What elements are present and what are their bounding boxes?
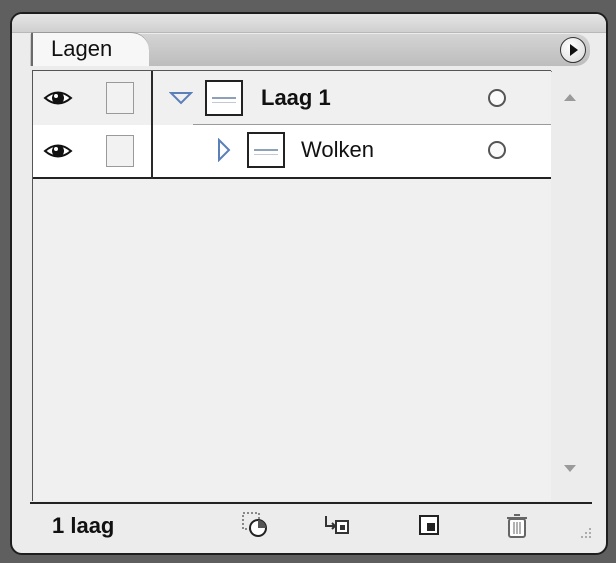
triangle-icon[interactable] (217, 138, 231, 162)
resize-grip-icon[interactable] (578, 526, 592, 540)
column-divider (151, 71, 153, 179)
layer-name[interactable]: Laag 1 (261, 85, 331, 111)
eye-icon[interactable] (43, 86, 73, 110)
target-circle-icon[interactable] (488, 89, 506, 107)
panel-title-strip[interactable] (12, 14, 606, 33)
layer-row[interactable]: Laag 1 (33, 71, 563, 126)
clipping-mask-icon[interactable] (240, 510, 270, 540)
target-circle-icon[interactable] (488, 141, 506, 159)
panel-footer: 1 laag (30, 502, 592, 548)
new-sublayer-icon[interactable] (322, 510, 352, 540)
lock-toggle-icon[interactable] (106, 135, 134, 167)
panel-menu-icon (570, 44, 578, 56)
tab-label: Lagen (51, 36, 113, 61)
scrollbar[interactable] (552, 70, 588, 500)
new-layer-icon[interactable] (415, 510, 445, 540)
layer-thumbnail (205, 80, 243, 116)
trash-icon[interactable] (502, 510, 532, 540)
arrow-down-icon[interactable] (560, 462, 580, 476)
layer-row[interactable]: Wolken (33, 125, 551, 179)
layer-name[interactable]: Wolken (301, 137, 374, 163)
arrow-up-icon[interactable] (560, 90, 580, 104)
layer-count: 1 laag (52, 513, 115, 538)
layer-list: Laag 1 Wolken (32, 70, 563, 501)
tab-layers[interactable]: Lagen (31, 32, 149, 66)
triangle-icon[interactable] (169, 91, 193, 105)
layer-thumbnail (247, 132, 285, 168)
lock-toggle-icon[interactable] (106, 82, 134, 114)
layers-panel: Lagen Laag 1 Wolken 1 laag (10, 12, 608, 555)
eye-icon[interactable] (43, 139, 73, 163)
panel-menu-button[interactable] (560, 37, 586, 63)
